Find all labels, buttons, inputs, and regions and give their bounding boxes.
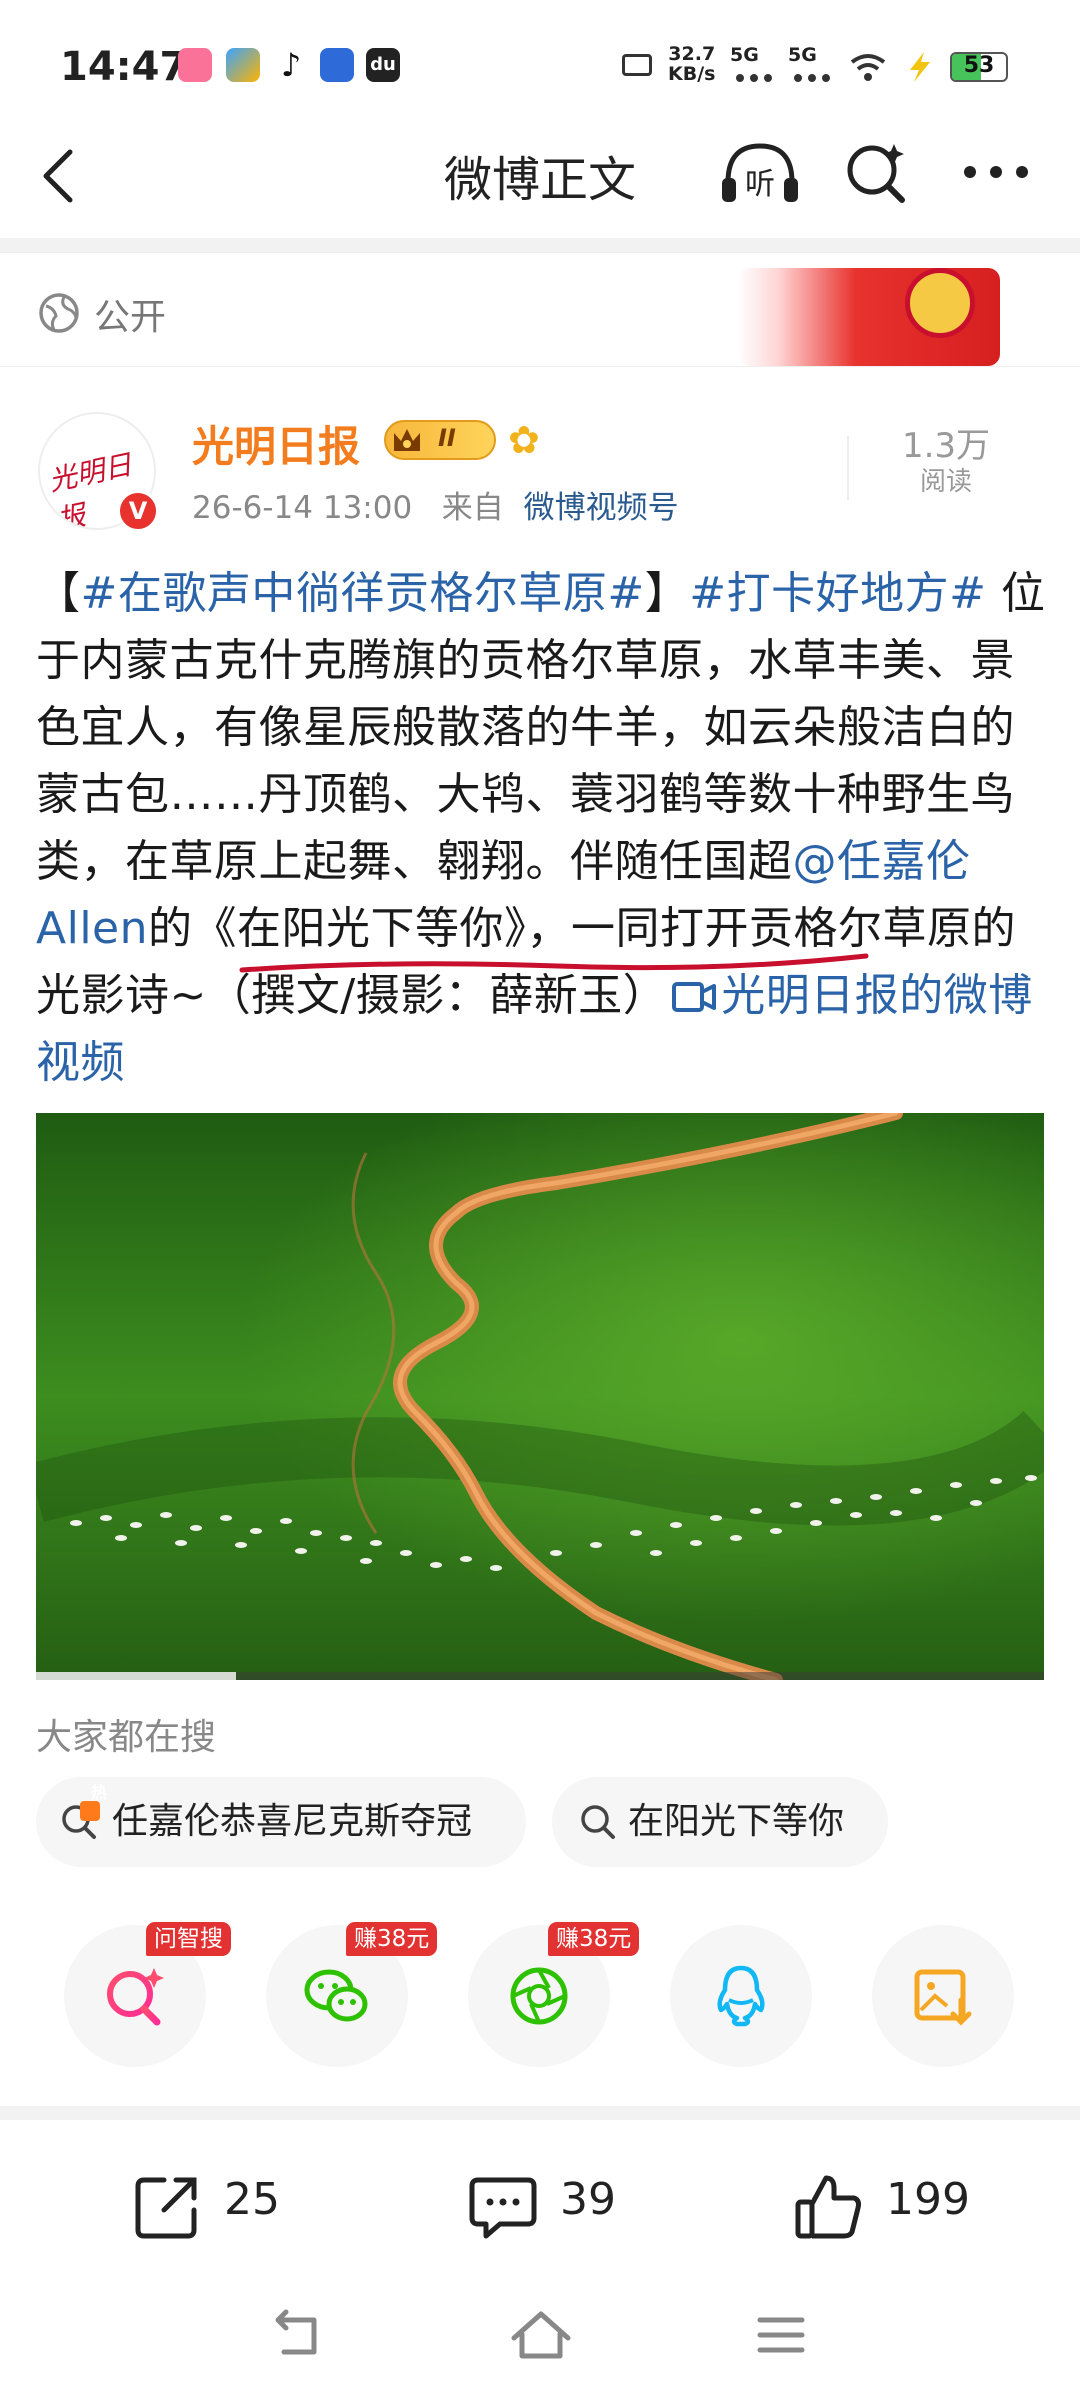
save-image-button[interactable] — [872, 1925, 1014, 2067]
search-icon — [581, 1805, 615, 1839]
trending-chip[interactable]: 在阳光下等你 — [552, 1777, 888, 1867]
system-home-icon[interactable] — [506, 2300, 576, 2370]
save-image-icon — [914, 1969, 972, 2026]
share-qq-button[interactable] — [670, 1925, 812, 2067]
like-count: 199 — [886, 2174, 970, 2225]
trending-chip-label: 任嘉伦恭喜尼克斯夺冠 — [112, 1801, 473, 1842]
card-app-icon — [320, 48, 354, 82]
level-badge[interactable]: II — [384, 420, 496, 460]
net-speed-value: 32.7 — [668, 43, 716, 65]
more-options-icon[interactable] — [960, 160, 1032, 184]
hot-badge: 热 — [91, 1783, 108, 1802]
signal-5g-2: 5G — [788, 44, 817, 66]
post-meta: 26-6-14 13:00 来自 微博视频号 — [192, 482, 679, 527]
post-image[interactable] — [36, 1113, 1044, 1680]
repost-button[interactable]: 25 — [130, 2150, 310, 2250]
comment-icon — [469, 2177, 537, 2239]
share-badge: 问智搜 — [146, 1922, 231, 1956]
assistant-app-icon — [226, 48, 260, 82]
screen-mirror-icon — [622, 54, 652, 76]
crown-icon — [394, 429, 420, 451]
system-menu-icon[interactable] — [746, 2300, 816, 2370]
view-count: 1.3万 阅读 — [880, 428, 1012, 500]
section-gap — [0, 238, 1080, 252]
divider — [847, 436, 849, 500]
listen-icon[interactable]: 听 — [718, 138, 802, 210]
comment-count: 39 — [560, 2174, 616, 2225]
tiktok-app-icon: ♪ — [274, 48, 308, 82]
trending-chip-label: 在阳光下等你 — [628, 1801, 845, 1842]
signal-5g-1: 5G — [730, 44, 759, 66]
topic-link[interactable]: #在歌声中徜徉贡格尔草原# — [81, 568, 645, 619]
video-icon — [672, 982, 717, 1012]
level-badge-text: II — [438, 424, 456, 452]
red-annotation-underline — [239, 953, 869, 973]
topic-link[interactable]: #打卡好地方# — [689, 568, 986, 619]
source-link[interactable]: 微博视频号 — [524, 490, 679, 526]
status-time: 14:47 — [60, 44, 188, 90]
page-title: 微博正文 — [443, 152, 636, 208]
comment-button[interactable]: 39 — [466, 2150, 646, 2250]
moments-icon — [510, 1967, 568, 2025]
post-content: 【#在歌声中徜徉贡格尔草原#】#打卡好地方# 位于内蒙古克什克腾旗的贡格尔草原，… — [36, 560, 1046, 1096]
repost-icon — [135, 2177, 197, 2239]
bilibili-app-icon — [178, 48, 212, 82]
wifi-icon — [850, 54, 886, 81]
net-speed-unit: KB/s — [668, 63, 716, 85]
share-badge: 赚38元 — [346, 1922, 438, 1956]
post-date: 26-6-14 13:00 — [192, 490, 413, 526]
visibility-label: 公开 — [94, 297, 167, 338]
signal-bars-icon — [794, 68, 830, 82]
repost-count: 25 — [224, 2174, 280, 2225]
wechat-icon — [304, 1969, 368, 2022]
battery-level: 53 — [963, 53, 995, 78]
share-badge: 赚38元 — [548, 1922, 640, 1956]
trending-heading: 大家都在搜 — [36, 1717, 217, 1758]
view-count-label: 阅读 — [919, 467, 972, 497]
sunflower-icon: ✿ — [508, 418, 540, 462]
verified-badge-icon: V — [117, 490, 159, 532]
network-speed: 32.7 KB/s — [668, 44, 715, 84]
charging-icon — [910, 52, 930, 82]
view-count-value: 1.3万 — [901, 426, 991, 466]
trending-chip[interactable]: 热 任嘉伦恭喜尼克斯夺冠 — [36, 1777, 526, 1867]
emblem-icon — [905, 268, 975, 338]
like-button[interactable]: 199 — [792, 2150, 992, 2250]
dewu-app-icon: du — [366, 48, 400, 82]
battery-indicator: 53 — [950, 52, 1008, 82]
bracket-open: 【 — [36, 568, 81, 619]
ai-search-icon — [107, 1968, 164, 2026]
bracket-close: 】 — [644, 568, 690, 619]
author-name[interactable]: 光明日报 — [192, 413, 360, 474]
signal-bars-icon — [736, 68, 772, 82]
like-icon — [795, 2175, 861, 2239]
grassland-photo — [36, 1113, 1044, 1680]
qq-icon — [717, 1965, 765, 2027]
svg-text:听: 听 — [745, 167, 775, 202]
search-icon[interactable] — [842, 138, 912, 208]
source-prefix: 来自 — [441, 490, 504, 526]
section-gap — [0, 2106, 1080, 2120]
system-back-icon[interactable] — [262, 2300, 332, 2370]
globe-icon — [39, 293, 79, 333]
